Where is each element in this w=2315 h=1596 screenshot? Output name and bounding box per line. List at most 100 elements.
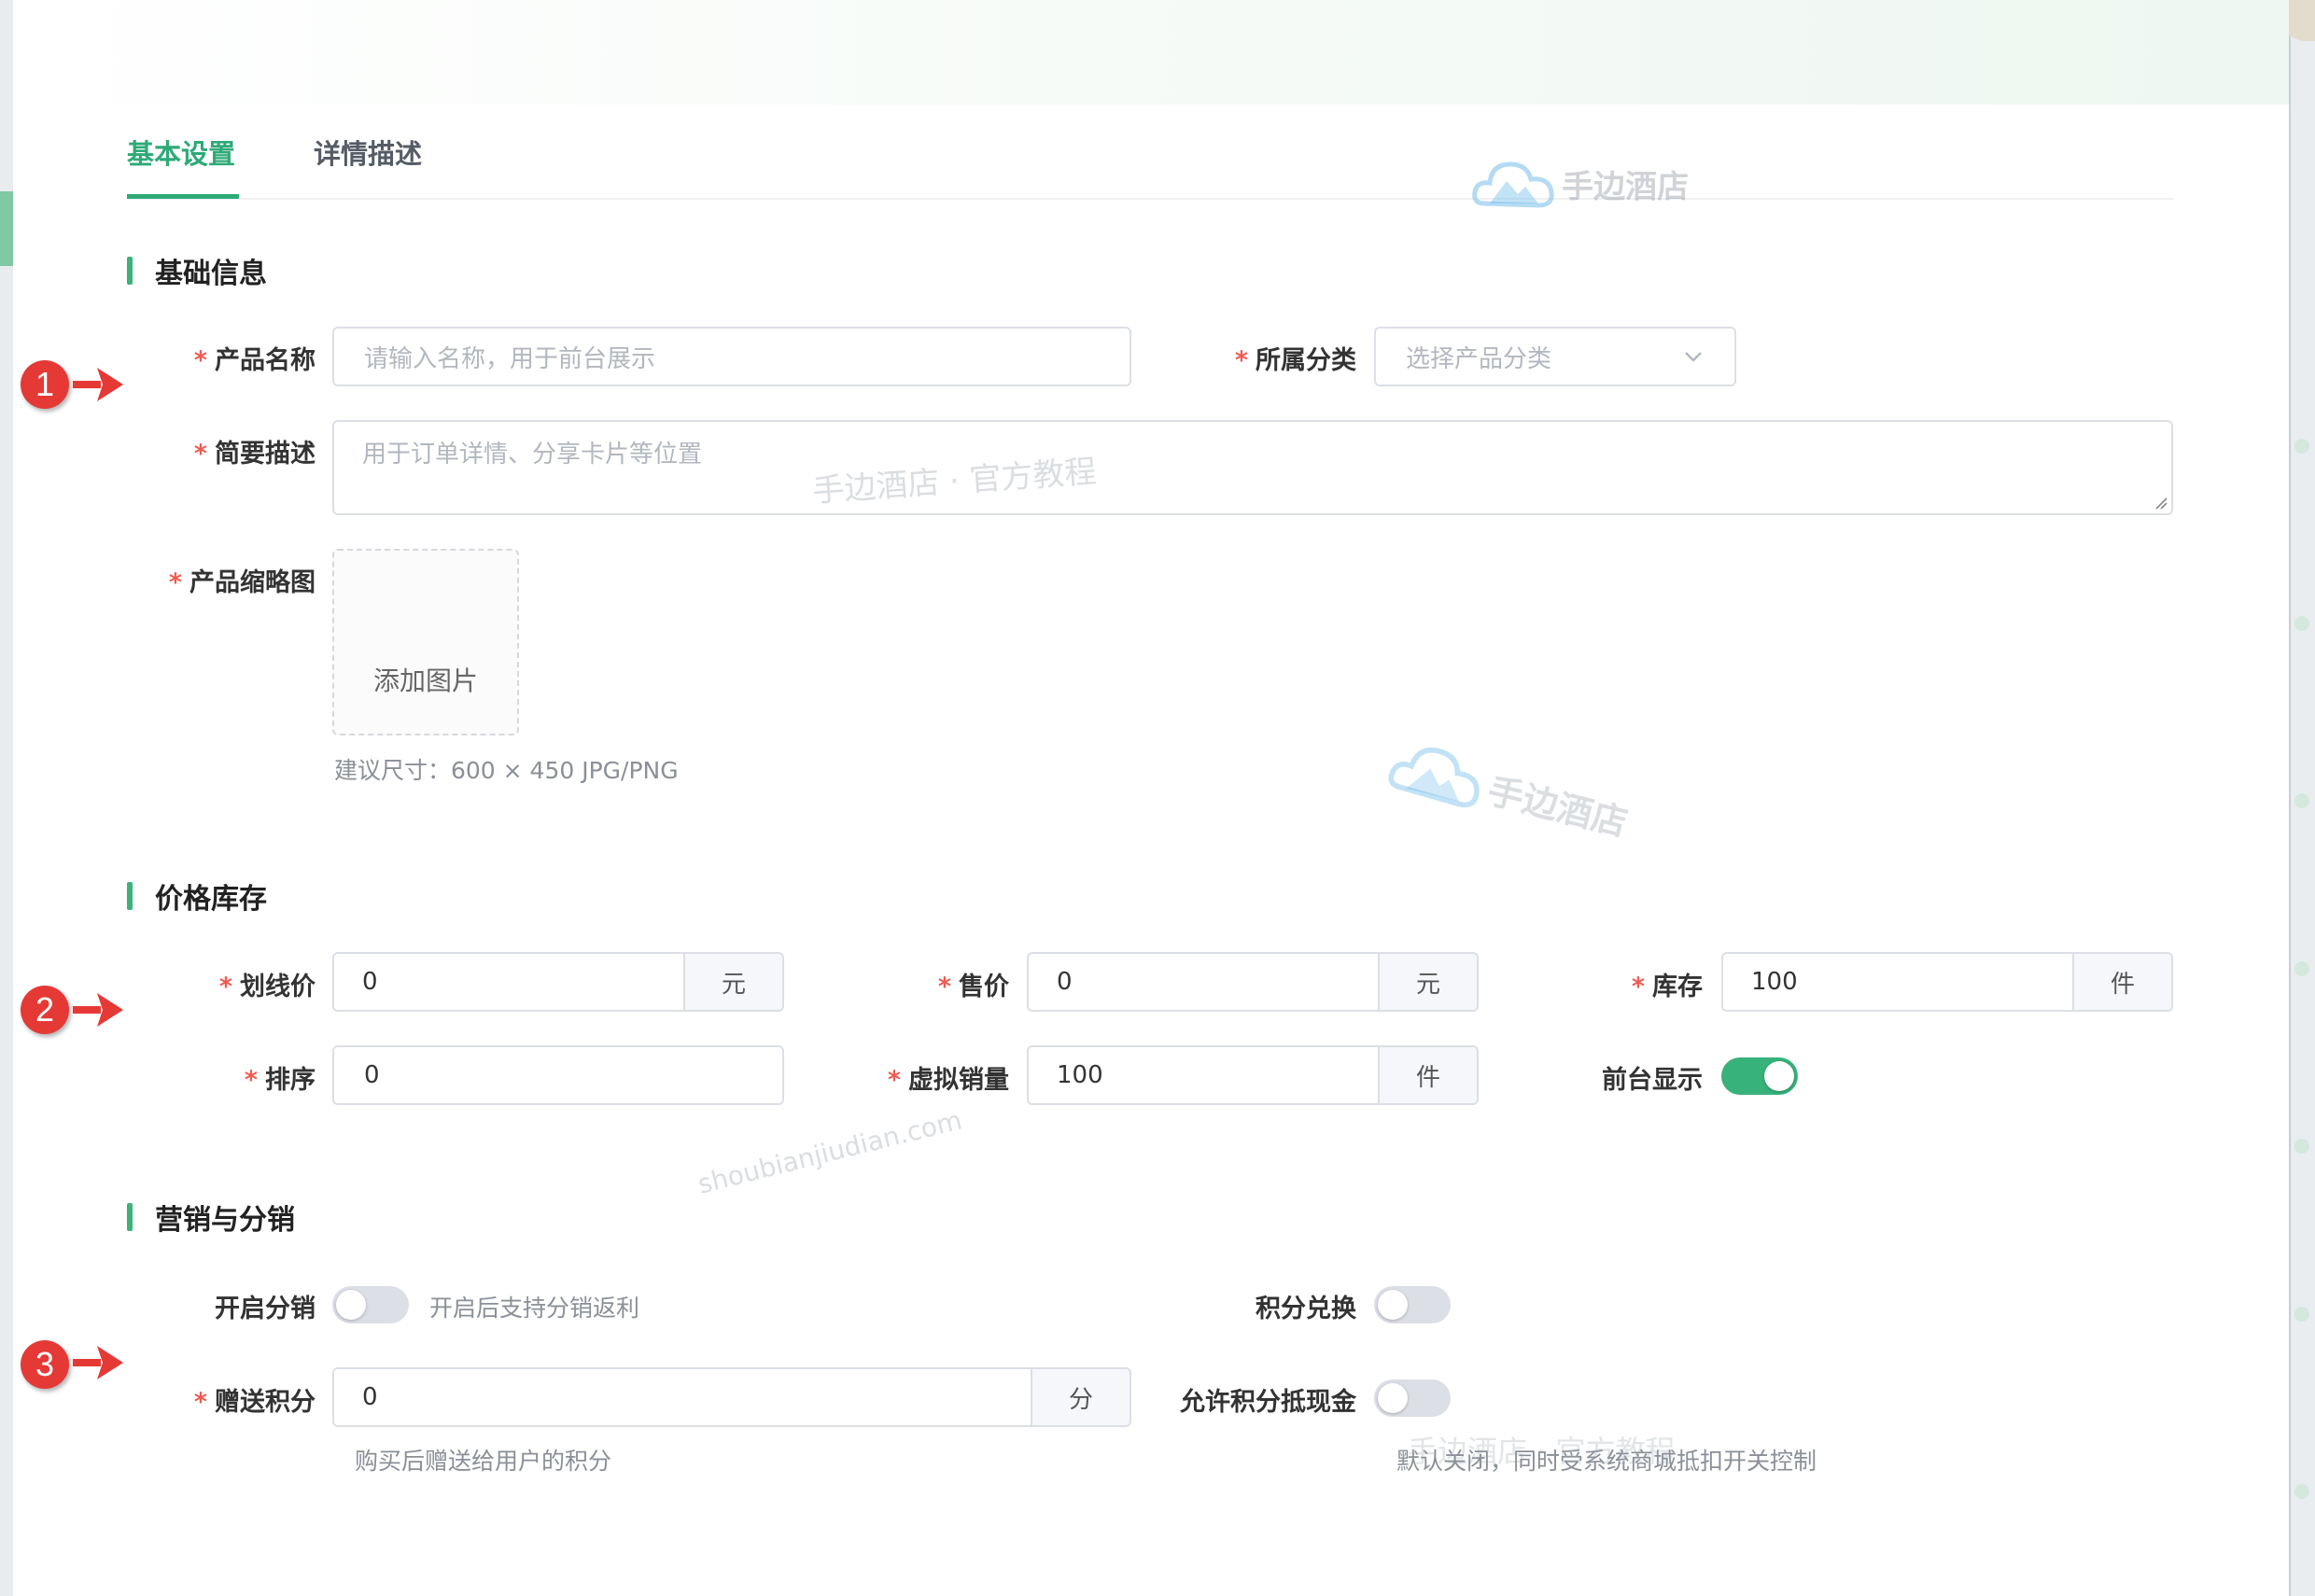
gift-points-unit: 分 — [1031, 1367, 1131, 1427]
switch-knob — [1378, 1290, 1408, 1320]
gift-points-hint: 购买后赠送给用户的积分 — [355, 1448, 612, 1475]
virtual-sales-label: * 虚拟销量 — [888, 1059, 1009, 1096]
category-label: * 所属分类 — [1235, 340, 1356, 376]
product-name-label: * 产品名称 — [194, 340, 316, 376]
watermark-text: shoubianjiudian.com — [694, 1104, 965, 1200]
gift-points-input[interactable]: 0 — [332, 1367, 1031, 1427]
required-mark: * — [193, 1388, 207, 1417]
label-text: 开启分销 — [215, 1295, 316, 1323]
arrow-right-icon — [73, 1346, 123, 1379]
required-mark: * — [887, 1066, 901, 1095]
thumbnail-label: * 产品缩略图 — [169, 562, 316, 598]
drawer-edge — [2289, 0, 2291, 1596]
switch-knob — [336, 1290, 366, 1320]
section-marketing: 营销与分销 — [127, 1201, 295, 1237]
thumbnail-upload[interactable]: 添加图片 — [332, 549, 519, 735]
section-title: 基础信息 — [155, 258, 267, 290]
product-name-input[interactable]: 请输入名称，用于前台展示 — [332, 327, 1131, 386]
bg-marker — [2294, 793, 2309, 808]
distribution-label: 开启分销 — [215, 1288, 316, 1324]
chevron-down-icon — [1685, 352, 1702, 362]
sale-price-input-group: 0 元 — [1027, 952, 1479, 1012]
summary-label: * 简要描述 — [194, 433, 316, 469]
required-mark: * — [244, 1066, 258, 1095]
upload-text: 添加图片 — [372, 665, 478, 696]
bg-marker — [2294, 1484, 2309, 1499]
stock-input-group: 100 件 — [1721, 952, 2173, 1012]
required-mark: * — [193, 346, 207, 375]
switch-knob — [1378, 1383, 1408, 1413]
points-cash-hint: 默认关闭，同时受系统商城抵扣开关控制 — [1396, 1448, 1817, 1475]
resize-grip-icon[interactable] — [2154, 497, 2168, 510]
bg-marker — [2294, 1307, 2309, 1322]
annotation-step-3: 3 — [21, 1340, 69, 1389]
label-text: 排序 — [265, 1066, 316, 1095]
gift-points-label: * 赠送积分 — [194, 1381, 316, 1418]
required-mark: * — [1234, 346, 1248, 375]
summary-placeholder: 用于订单详情、分享卡片等位置 — [362, 441, 703, 469]
points-cash-label: 允许积分抵现金 — [1180, 1381, 1356, 1418]
required-mark: * — [218, 973, 232, 1001]
section-title: 营销与分销 — [155, 1204, 295, 1237]
stock-unit: 件 — [2072, 952, 2173, 1012]
right-scroll-gutter — [2289, 0, 2315, 1596]
required-mark: * — [937, 973, 951, 1001]
points-exchange-label: 积分兑换 — [1256, 1288, 1356, 1324]
virtual-sales-input[interactable]: 100 — [1027, 1045, 1378, 1105]
cloud-logo-icon — [1388, 747, 1480, 808]
drawer-header — [13, 0, 2289, 105]
frontend-display-switch[interactable] — [1721, 1057, 1798, 1095]
category-select[interactable]: 选择产品分类 — [1374, 327, 1736, 386]
required-mark: * — [168, 568, 182, 597]
sidebar-active-marker — [0, 191, 13, 266]
arrow-right-icon — [73, 368, 123, 401]
section-title: 价格库存 — [155, 883, 267, 916]
label-text: 售价 — [959, 973, 1009, 1001]
list-price-input[interactable]: 0 — [332, 952, 683, 1012]
list-price-unit: 元 — [683, 952, 784, 1012]
active-tab-indicator — [127, 194, 239, 199]
list-price-label: * 划线价 — [219, 966, 316, 1002]
label-text: 产品名称 — [215, 346, 316, 375]
stock-input[interactable]: 100 — [1721, 952, 2072, 1012]
category-placeholder: 选择产品分类 — [1406, 344, 1552, 373]
sort-label: * 排序 — [245, 1059, 316, 1096]
section-bar — [127, 1203, 133, 1231]
label-text: 虚拟销量 — [908, 1066, 1009, 1095]
label-text: 划线价 — [240, 973, 316, 1001]
bg-marker — [2294, 439, 2309, 454]
bg-marker — [2294, 616, 2309, 631]
label-text: 积分兑换 — [1256, 1295, 1356, 1323]
tab-bar: 基本设置 详情描述 — [127, 123, 2173, 200]
brand-watermark: 手边酒店 — [1382, 728, 1636, 856]
annotation-step-2: 2 — [21, 986, 69, 1034]
label-text: 产品缩略图 — [189, 568, 316, 597]
bg-marker — [2294, 1139, 2309, 1154]
sort-input[interactable]: 0 — [332, 1045, 784, 1105]
virtual-sales-input-group: 100 件 — [1027, 1045, 1479, 1105]
list-price-input-group: 0 元 — [332, 952, 784, 1012]
section-price-stock: 价格库存 — [127, 880, 267, 916]
points-cash-switch[interactable] — [1374, 1379, 1451, 1417]
stock-label: * 库存 — [1632, 966, 1703, 1002]
frontend-display-label: 前台显示 — [1602, 1059, 1703, 1096]
gift-points-input-group: 0 分 — [332, 1367, 1131, 1427]
required-mark: * — [193, 440, 207, 469]
switch-knob — [1764, 1061, 1794, 1091]
required-mark: * — [1631, 973, 1645, 1001]
bg-marker — [2294, 961, 2309, 976]
thumbnail-size-hint: 建议尺寸：600 × 450 JPG/PNG — [334, 757, 679, 784]
points-exchange-switch[interactable] — [1374, 1286, 1451, 1323]
section-bar — [127, 257, 133, 285]
watermark-text: 手边酒店 — [1483, 769, 1632, 845]
tab-detail-description[interactable]: 详情描述 — [314, 133, 422, 172]
tab-basic-settings[interactable]: 基本设置 — [127, 133, 235, 172]
section-bar — [127, 882, 133, 910]
label-text: 前台显示 — [1602, 1066, 1703, 1095]
sale-price-input[interactable]: 0 — [1027, 952, 1378, 1012]
label-text: 所属分类 — [1256, 346, 1356, 375]
distribution-switch[interactable] — [332, 1286, 409, 1323]
summary-textarea[interactable]: 用于订单详情、分享卡片等位置 — [332, 420, 2173, 515]
label-text: 简要描述 — [215, 440, 316, 469]
distribution-hint: 开启后支持分销返利 — [429, 1295, 640, 1322]
